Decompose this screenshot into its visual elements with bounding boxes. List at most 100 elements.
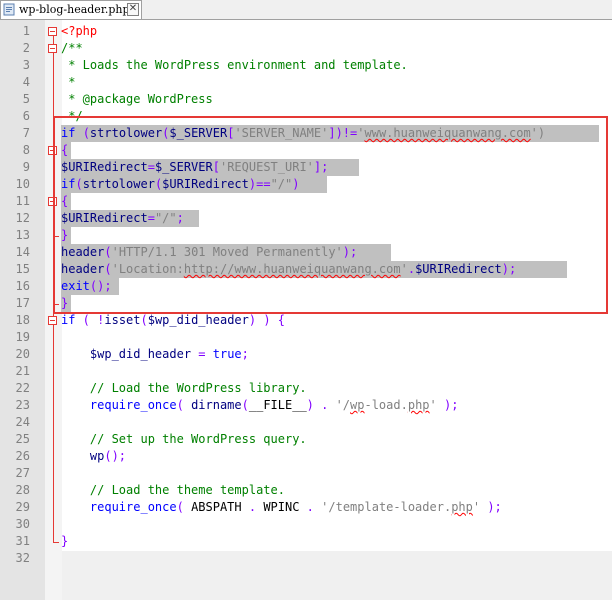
code-token: require_once [89, 500, 177, 514]
line-number: 18 [15, 313, 30, 327]
code-token: // Load the WordPress library. [89, 381, 307, 395]
code-token: ); [480, 500, 502, 514]
line-number: 31 [15, 534, 30, 548]
code-token: -load. [364, 398, 408, 412]
code-line[interactable]: } [61, 533, 68, 550]
code-token: ( [176, 500, 192, 514]
line-number: 1 [22, 24, 30, 38]
code-token: * @package WordPress [61, 92, 213, 106]
code-line[interactable]: require_once( ABSPATH . WPINC . '/templa… [61, 499, 502, 516]
tab-bar: wp-blog-header.php ✕ [0, 0, 612, 20]
fold-toggle-icon[interactable] [48, 44, 57, 53]
editor-empty-area [62, 551, 612, 600]
code-token: /** [61, 41, 83, 55]
code-line[interactable]: * [61, 74, 75, 91]
code-token: '/ [335, 398, 351, 412]
line-number: 15 [15, 262, 30, 276]
line-number: 19 [15, 330, 30, 344]
line-number: 3 [22, 58, 30, 72]
line-number: 2 [22, 41, 30, 55]
line-number: 27 [15, 466, 30, 480]
line-number: 7 [22, 126, 30, 140]
line-number: 4 [22, 75, 30, 89]
line-number: 16 [15, 279, 30, 293]
code-line[interactable]: wp(); [61, 448, 126, 465]
line-number: 5 [22, 92, 30, 106]
line-number: 20 [15, 347, 30, 361]
fold-end-marker [53, 542, 59, 543]
line-number: 24 [15, 415, 30, 429]
code-token: // Load the theme template. [89, 483, 285, 497]
code-token: * [61, 75, 76, 89]
code-line[interactable]: <?php [61, 23, 97, 40]
code-token: require_once [89, 398, 177, 412]
code-token: wp [350, 398, 365, 412]
code-token: ) ) { [248, 313, 286, 327]
code-line[interactable]: * Loads the WordPress environment and te… [61, 57, 408, 74]
line-number: 9 [22, 160, 30, 174]
code-token: WPINC [263, 500, 300, 514]
code-line[interactable]: * @package WordPress [61, 91, 213, 108]
code-token: . [299, 500, 322, 514]
line-number: 21 [15, 364, 30, 378]
line-number: 28 [15, 483, 30, 497]
code-token: * Loads the WordPress environment and te… [61, 58, 408, 72]
code-line[interactable]: require_once( dirname(__FILE__) . '/wp-l… [61, 397, 459, 414]
line-number: 10 [15, 177, 30, 191]
code-token: ' [429, 398, 437, 412]
highlight-box [53, 116, 608, 314]
code-token: true [212, 347, 242, 361]
code-token: } [61, 534, 69, 548]
line-number: 22 [15, 381, 30, 395]
code-token: ); [436, 398, 459, 412]
tab-wp-blog-header[interactable]: wp-blog-header.php ✕ [0, 0, 142, 19]
code-token: php [451, 500, 473, 514]
code-token: isset [104, 313, 141, 327]
code-token: __FILE__ [248, 398, 307, 412]
code-line[interactable]: if ( !isset($wp_did_header) ) { [61, 312, 285, 329]
code-line[interactable]: /** [61, 40, 83, 57]
line-number: 17 [15, 296, 30, 310]
code-token: '/template-loader. [321, 500, 452, 514]
code-token: ( [75, 313, 98, 327]
code-token: ( [176, 398, 192, 412]
code-token: <?php [61, 24, 98, 38]
code-token: ABSPATH [191, 500, 242, 514]
line-number: 32 [15, 551, 30, 565]
line-number: 12 [15, 211, 30, 225]
code-token: php [407, 398, 430, 412]
code-token: wp [89, 449, 105, 463]
code-token: = [191, 347, 213, 361]
line-number: 8 [22, 143, 30, 157]
fold-toggle-icon[interactable] [48, 27, 57, 36]
code-token: . [241, 500, 264, 514]
fold-toggle-icon[interactable] [48, 316, 57, 325]
line-number: 13 [15, 228, 30, 242]
code-token: $wp_did_header [89, 347, 192, 361]
line-number: 29 [15, 500, 30, 514]
code-line[interactable]: // Set up the WordPress query. [61, 431, 307, 448]
code-line[interactable]: // Load the theme template. [61, 482, 285, 499]
code-line[interactable]: // Load the WordPress library. [61, 380, 307, 397]
code-token: ; [241, 347, 249, 361]
code-token: ( [241, 398, 249, 412]
code-token: ( [140, 313, 148, 327]
line-number: 23 [15, 398, 30, 412]
code-token: $wp_did_header [147, 313, 249, 327]
close-icon[interactable]: ✕ [127, 3, 139, 16]
code-token: if [61, 313, 76, 327]
line-number: 11 [15, 194, 30, 208]
code-token: (); [104, 449, 127, 463]
line-number: 30 [15, 517, 30, 531]
code-line[interactable]: $wp_did_header = true; [61, 346, 249, 363]
line-number: 26 [15, 449, 30, 463]
line-number: 14 [15, 245, 30, 259]
file-icon [3, 3, 15, 16]
